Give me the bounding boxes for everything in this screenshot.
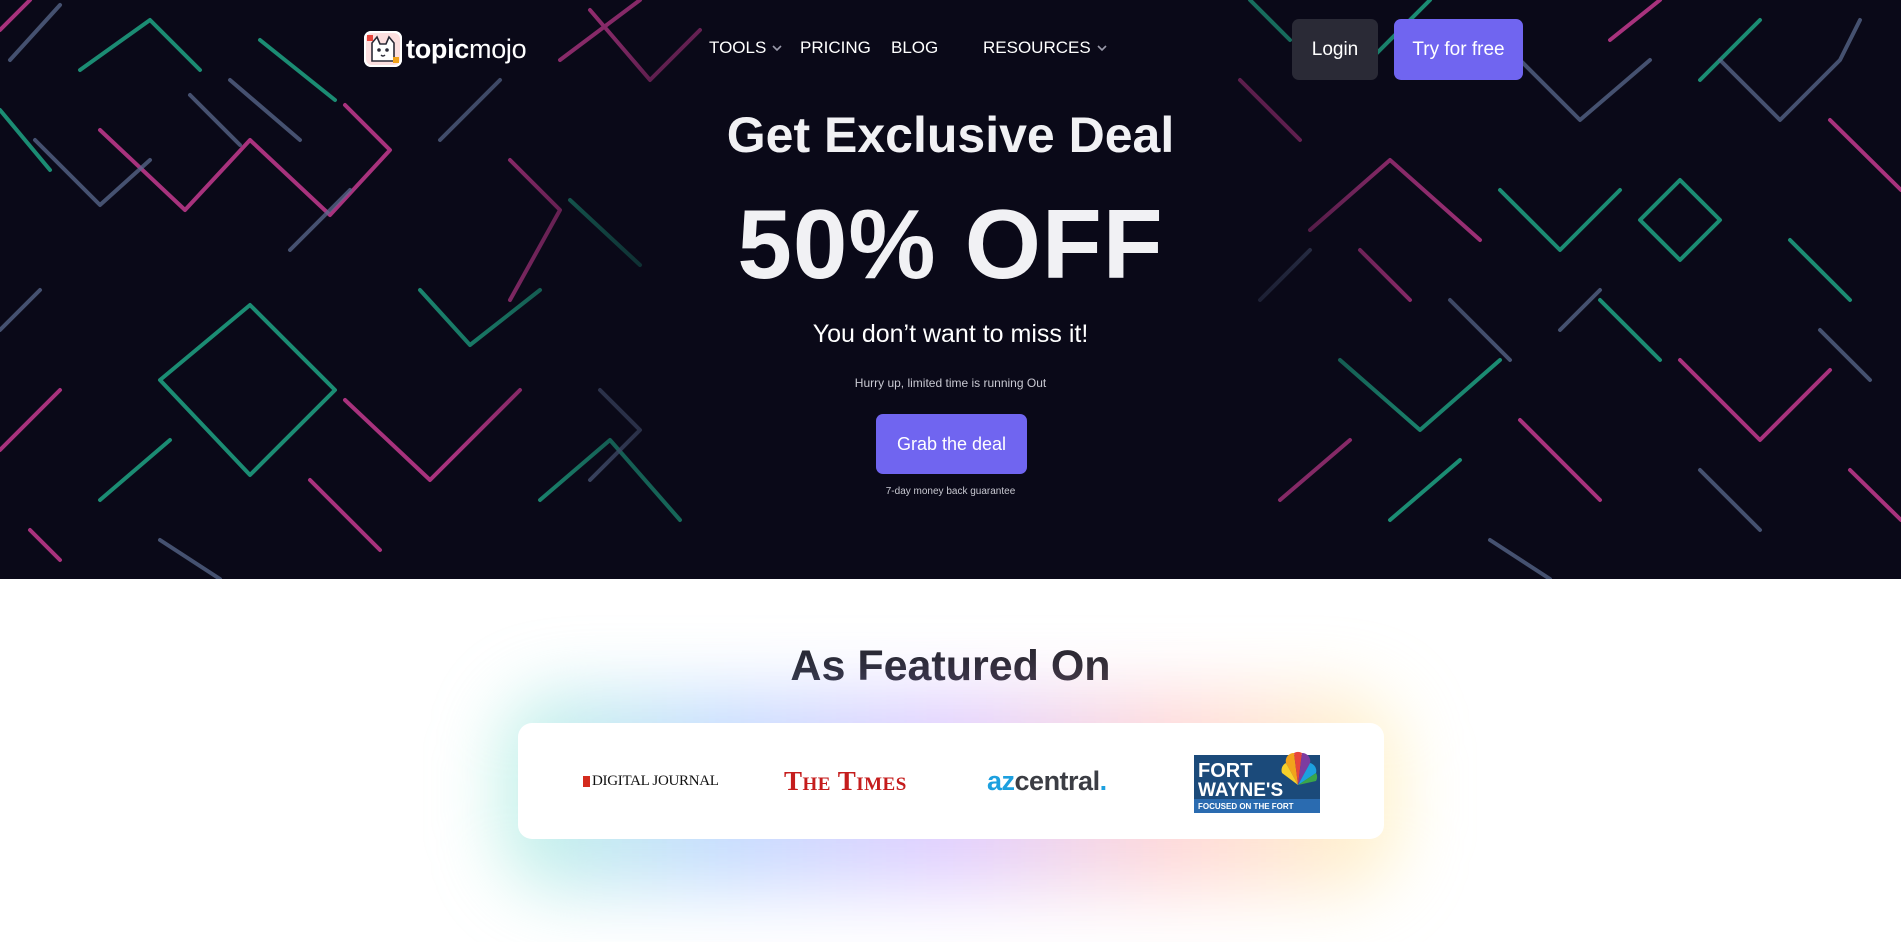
featured-on-title: As Featured On — [790, 642, 1111, 690]
discount-headline: 50% OFF — [737, 189, 1164, 299]
digital-journal-mark-icon — [583, 775, 590, 787]
urgency-note: Hurry up, limited time is running Out — [854, 376, 1047, 390]
login-button[interactable]: Login — [1292, 19, 1378, 80]
hero-section: topicmojo TOOLS PRICING BLOG RESOURCES L… — [0, 0, 1901, 579]
digital-journal-wordmark: DIGITAL JOURNAL — [592, 772, 719, 789]
fort-waynes-nbc-logo: FORT WAYNE'S FOCUSED ON THE FORT — [1194, 751, 1320, 813]
nav-item-label: BLOG — [891, 38, 939, 57]
try-for-free-button[interactable]: Try for free — [1394, 19, 1523, 80]
fort-waynes-line2: WAYNE'S — [1198, 780, 1283, 801]
chevron-down-icon — [1097, 45, 1107, 52]
logo-text-light: mojo — [469, 33, 527, 64]
nav-item-label: RESOURCES — [983, 38, 1091, 57]
fort-waynes-line1: FORT — [1198, 760, 1252, 782]
azcentral-dot: . — [1099, 765, 1108, 796]
azcentral-az: az — [987, 765, 1015, 796]
nav-item-label: TOOLS — [709, 38, 767, 57]
grab-deal-button[interactable]: Grab the deal — [876, 414, 1027, 474]
fort-waynes-tagline: FOCUSED ON THE FORT — [1198, 802, 1294, 811]
featured-logos-card: DIGITAL JOURNAL The Times azcentral. FOR… — [518, 723, 1384, 839]
logo-wordmark: topicmojo — [406, 33, 527, 65]
nav-item-label: PRICING — [800, 38, 871, 57]
nav-item-pricing[interactable]: PRICING — [800, 38, 871, 58]
hero-subtitle: You don’t want to miss it! — [812, 320, 1089, 348]
money-back-guarantee: 7-day money back guarantee — [885, 486, 1016, 497]
azcentral-logo: azcentral. — [987, 723, 1107, 839]
azcentral-central: central — [1014, 765, 1101, 796]
logo-cat-icon — [364, 31, 402, 67]
chevron-down-icon — [772, 45, 782, 52]
hero-title: Get Exclusive Deal — [726, 107, 1175, 163]
topicmojo-logo[interactable]: topicmojo — [364, 30, 527, 68]
azcentral-wordmark: azcentral. — [987, 766, 1107, 797]
the-times-wordmark: The Times — [784, 765, 907, 796]
logo-text-bold: topic — [406, 33, 469, 64]
the-times-logo: The Times — [784, 723, 907, 839]
nav-item-tools[interactable]: TOOLS — [709, 38, 784, 58]
digital-journal-logo: DIGITAL JOURNAL — [583, 723, 719, 839]
nav-item-resources[interactable]: RESOURCES — [983, 38, 1109, 58]
nav-item-blog[interactable]: BLOG — [891, 38, 938, 58]
